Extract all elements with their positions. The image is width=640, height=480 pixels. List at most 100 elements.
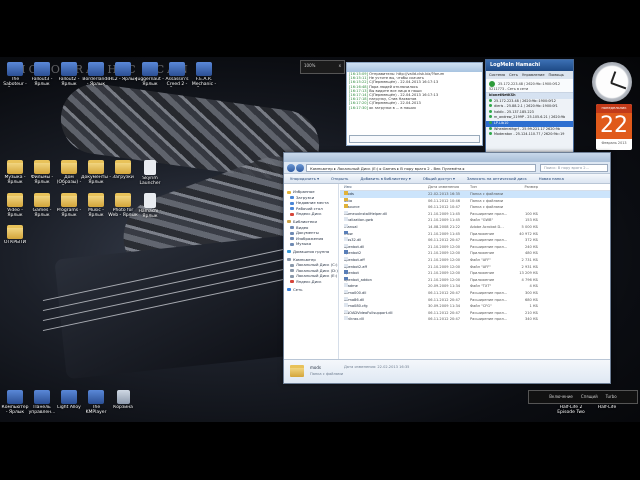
back-icon[interactable] (287, 164, 295, 172)
toolbar-button[interactable]: Упорядочить ▾ (290, 176, 319, 181)
desktop-icon[interactable]: ОТКРЫТИ (0, 225, 30, 250)
nav-item[interactable]: Домашняя группа (284, 249, 338, 255)
chat-titlebar[interactable] (347, 63, 482, 72)
table-row[interactable]: GameuxInstallHelper.dll 21.10.2009 11:45 Р… (340, 210, 610, 218)
letterbox-top (0, 0, 640, 57)
desktop-icon[interactable]: Fallout2 - Ярлык (54, 62, 84, 87)
toolbar-button[interactable]: Открыть (331, 176, 348, 181)
clock-gadget[interactable] (592, 62, 632, 102)
hamachi-menu: Система Сеть Управление Помощь (486, 71, 573, 79)
table-row[interactable]: RNOADVideoFullsupport.dll 06.11.2012 20:4… (340, 309, 610, 317)
nav-item[interactable]: Яндекс.Диск (284, 211, 338, 217)
desktop-icon[interactable]: Дом (Образы) - Ярлык (54, 160, 84, 185)
desktop-icon[interactable]: Fallout3 - Ярлык (27, 62, 57, 87)
table-row[interactable]: wrma080.cfg 30.09.2009 11:34 Файл "CFG" 1 К… (340, 303, 610, 310)
table-row[interactable]: wrma000.dll 06.11.2012 20:47 Расширение пр… (340, 289, 610, 297)
power-option[interactable]: Turbo (606, 394, 617, 399)
forward-icon[interactable] (296, 164, 304, 172)
desktop-icon[interactable]: Juggernaut - Ярлык (135, 62, 165, 87)
nav-item[interactable]: Сеть (284, 287, 338, 293)
network-member[interactable]: Moderaton - 25.124.110.77 / 2620:9b::19 (486, 132, 573, 138)
app-icon (61, 390, 77, 404)
table-row[interactable]: openbot.dll 21.10.2009 12:00 Расширение пр… (340, 243, 610, 251)
nav-item[interactable]: Музыка (284, 241, 338, 247)
file-type: Приложение (470, 271, 495, 276)
toolbar-button[interactable]: Новая папка (539, 176, 564, 181)
file-list: Имя Дата изменения Тип Размер mods 22.02.… (340, 184, 610, 359)
toolbar-button[interactable]: Общий доступ ▾ (423, 176, 455, 181)
address-bar[interactable]: Компьютер ▸ Локальный Диск (E:) ▸ Games … (306, 164, 536, 172)
chat-window[interactable]: [16:15:09] Отправитель: http://vaild.cls… (346, 62, 483, 146)
search-input[interactable]: Поиск: В пору врага 2... (540, 164, 608, 172)
file-name: openbot_addon (344, 276, 372, 282)
desktop-icon[interactable]: Компьютер - Ярлык (0, 390, 30, 415)
table-row[interactable]: wrma86.dll 06.11.2012 20:47 Расширение при… (340, 296, 610, 304)
explorer-window[interactable]: –□× Компьютер ▸ Локальный Диск (E:) ▸ Ga… (283, 152, 611, 384)
menu-item[interactable]: Управление (522, 73, 545, 77)
table-row[interactable]: readme 20.09.2009 11:34 Файл "TXT" 4 КБ (340, 283, 610, 290)
file-size: 153 КБ (524, 218, 538, 223)
desktop-icon[interactable]: Корзина (108, 390, 138, 415)
toolbar-button[interactable]: Записать на оптический диск (467, 176, 527, 181)
table-row[interactable]: mow 21.10.2009 11:45 Приложение 40 972 КБ (340, 230, 610, 238)
file-icon (344, 210, 348, 215)
chat-messages: [16:15:09] Отправитель: http://vaild.cls… (347, 72, 482, 110)
calendar-gadget[interactable]: понедельник 22 Февраль 2013 (596, 104, 632, 150)
desktop-icon[interactable]: Games - Ярлык (27, 193, 57, 218)
folder-icon (115, 193, 131, 207)
desktop-icon[interactable]: HL2 - Ярлык (108, 62, 138, 87)
close-icon[interactable]: x (339, 63, 341, 68)
hamachi-title[interactable]: LogMeIn Hamachi (486, 60, 573, 71)
table-row[interactable]: localization.gwb 21.10.2009 11:45 Файл "GW… (340, 217, 610, 224)
table-row[interactable]: openbot 21.10.2009 12:00 Приложение 13 209 … (340, 270, 610, 277)
desktop-icon[interactable]: The Saboteur - Ярлык (0, 62, 30, 87)
desktop-icon[interactable]: Загрузки (108, 160, 138, 185)
folder-icon (7, 193, 23, 207)
nav-item-icon (290, 207, 294, 211)
explorer-titlebar[interactable]: –□× (284, 153, 610, 171)
small-window[interactable]: 100% x (300, 60, 345, 74)
desktop-icon[interactable]: Light Alloy (54, 390, 84, 415)
table-row[interactable]: openbot2.aff 21.10.2009 12:00 Файл "AFF" 2 … (340, 263, 610, 271)
column-size[interactable]: Размер (510, 184, 538, 191)
desktop-icon[interactable]: Video - Ярлык (0, 193, 30, 218)
desktop-icon[interactable]: The KMPlayer (81, 390, 111, 415)
menu-item[interactable]: Помощь (549, 73, 564, 77)
table-row[interactable]: openbot_addon 21.10.2009 12:00 Приложение 4… (340, 276, 610, 284)
desktop-icon[interactable]: Музыка - Ярлык (0, 160, 30, 185)
desktop-icon[interactable]: F.E.A.R. Mechanic - Ярлык (189, 62, 219, 87)
desktop-icon[interactable]: Фильмы - Ярлык (27, 160, 57, 185)
doc-icon (144, 160, 156, 175)
column-name[interactable]: Имя (344, 184, 424, 191)
chat-input[interactable] (349, 135, 480, 143)
power-option[interactable]: Включение (549, 394, 573, 399)
desktop-icon[interactable]: Hamachi - Ярлык (135, 193, 165, 219)
desktop-icon[interactable]: Skyrim Launcher (135, 160, 165, 186)
desktop-icon[interactable]: Photo for Web - Ярлык (108, 193, 138, 218)
table-row[interactable]: xinikrax.dll 06.11.2012 20:47 Расширение п… (340, 316, 610, 323)
table-row[interactable]: mods 22.02.2013 16:35 Папка с файлами (340, 191, 610, 198)
desktop-icon-label: Video - Ярлык (7, 208, 23, 218)
desktop-icon[interactable]: Панель управлен... (27, 390, 57, 415)
desktop-icon[interactable]: Programs - Ярлык (54, 193, 84, 218)
nav-item-label: Документы (296, 230, 319, 236)
nav-item[interactable]: Яндекс.Диск (284, 279, 338, 285)
table-row[interactable]: openbot.aff 21.10.2009 12:00 Файл "AFF" 2 7… (340, 256, 610, 264)
desktop-icon[interactable]: Borderlands - Ярлык (81, 62, 111, 87)
file-type: Расширение прил... (470, 317, 508, 322)
nav-item-label: Локальный Диск (C:) (296, 262, 338, 268)
desktop-icon[interactable]: Assassin's Creed 2 - Ярлык (162, 62, 192, 87)
menu-item[interactable]: Сеть (509, 73, 518, 77)
column-type[interactable]: Тип (470, 184, 508, 191)
table-row[interactable]: data 06.11.2012 10:46 Папка с файлами (340, 197, 610, 205)
desktop-icon[interactable]: Music - Ярлык (81, 193, 111, 218)
table-row[interactable]: mss32.dll 06.11.2012 20:47 Расширение прил… (340, 237, 610, 244)
power-option[interactable]: Спящий (581, 394, 598, 399)
table-row[interactable]: openbot2 21.10.2009 12:00 Приложение 480 КБ (340, 250, 610, 257)
table-row[interactable]: manual 14.08.2008 21:22 Adobe Acrobat D...… (340, 223, 610, 231)
toolbar-button[interactable]: Добавить в библиотеку ▾ (360, 176, 410, 181)
table-row[interactable]: resource 06.11.2012 10:47 Папка с файлами (340, 204, 610, 211)
desktop-icon[interactable]: Документы - Ярлык (81, 160, 111, 185)
menu-item[interactable]: Система (489, 73, 505, 77)
column-date[interactable]: Дата изменения (428, 184, 466, 191)
